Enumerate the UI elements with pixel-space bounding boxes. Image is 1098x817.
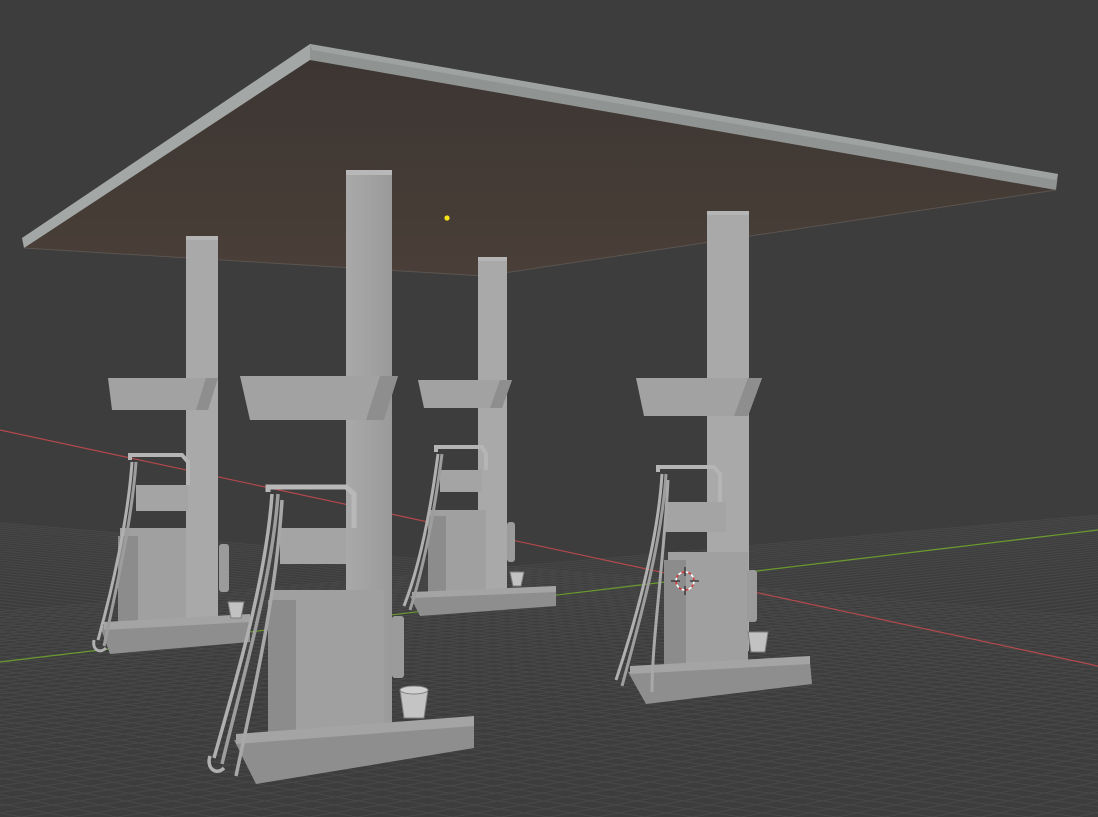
viewport-canvas[interactable] <box>0 0 1098 817</box>
3d-viewport[interactable] <box>0 0 1098 817</box>
light-object-icon[interactable] <box>444 215 450 221</box>
